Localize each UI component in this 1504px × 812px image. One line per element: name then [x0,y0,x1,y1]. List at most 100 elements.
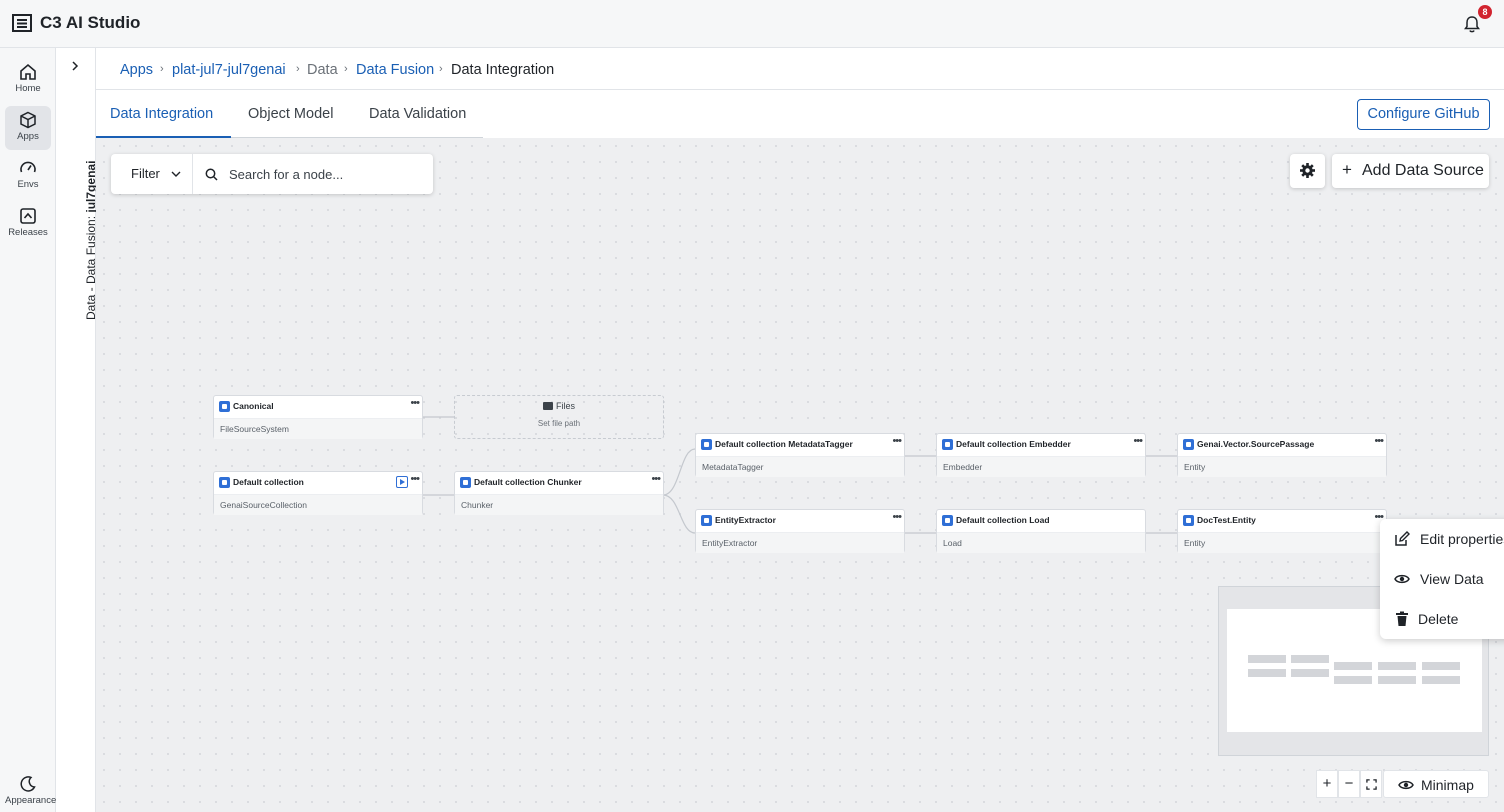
eye-icon [1394,574,1410,584]
node-title: Default collection MetadataTagger [715,439,853,449]
node-entity-extractor[interactable]: EntityExtractor ••• EntityExtractor [695,509,905,553]
more-options-icon[interactable]: ••• [410,473,420,485]
rail-item-envs[interactable]: Envs [5,154,51,198]
minimap-toggle-label: Minimap [1421,777,1474,793]
app-title: C3 AI Studio [40,13,141,32]
node-subtitle: Set file path [537,419,581,428]
rail-item-appearance[interactable]: Appearance [5,770,57,812]
rail-item-label: Appearance [5,795,57,806]
tab-object-model[interactable]: Object Model [248,106,333,122]
node-files[interactable]: Files Set file path [454,395,664,439]
node-embedder[interactable]: Default collection Embedder ••• Embedder [936,433,1146,477]
minimap-node [1378,662,1416,670]
chevron-right-icon[interactable] [69,60,81,72]
menu-view-data[interactable]: View Data [1380,559,1504,599]
plus-icon: + [1342,160,1352,179]
node-type-icon [701,439,712,450]
zoom-controls: + − [1316,770,1384,798]
breadcrumb-separator: › [344,63,348,75]
fit-view-button[interactable] [1360,770,1382,798]
edge-chunker-metadata [662,448,696,496]
menu-delete[interactable]: Delete [1380,599,1504,639]
minimap-node [1291,655,1329,663]
notification-badge: 8 [1478,5,1492,19]
breadcrumb-separator: › [160,63,164,75]
more-options-icon[interactable]: ••• [410,397,420,409]
more-options-icon[interactable]: ••• [892,435,902,447]
node-source-passage[interactable]: Genai.Vector.SourcePassage ••• Entity [1177,433,1387,477]
node-subtitle: Entity [1184,538,1206,548]
chevron-down-icon [171,171,181,177]
bell-icon[interactable] [1462,14,1482,34]
rail-item-apps[interactable]: Apps [5,106,51,150]
configure-github-button[interactable]: Configure GitHub [1357,99,1490,130]
rail-item-releases[interactable]: Releases [5,202,51,246]
node-subtitle: MetadataTagger [702,462,764,472]
folder-icon [542,402,553,410]
menu-edit-properties[interactable]: Edit properties [1380,519,1504,559]
filter-label: Filter [131,166,160,181]
search-input[interactable] [229,162,424,186]
tab-data-integration[interactable]: Data Integration [110,106,213,122]
gear-icon [1300,163,1315,178]
settings-button[interactable] [1290,154,1325,188]
more-options-icon[interactable]: ••• [892,511,902,523]
breadcrumb-apps[interactable]: Apps [120,62,153,78]
zoom-out-button[interactable]: − [1338,770,1360,798]
minimap-node [1248,669,1286,677]
node-canonical[interactable]: Canonical ••• FileSourceSystem [213,395,423,439]
minimap-toggle-button[interactable]: Minimap [1383,770,1489,798]
play-icon[interactable] [396,476,408,488]
node-subtitle: Entity [1184,462,1206,472]
more-options-icon[interactable]: ••• [651,473,661,485]
node-type-icon [1183,515,1194,526]
add-data-source-label: Add Data Source [1362,162,1484,179]
minimap-node [1291,669,1329,677]
node-title: Files [555,401,575,411]
trash-icon [1396,611,1408,626]
rail-item-label: Releases [8,227,48,238]
flow-canvas[interactable]: Filter + Add Data Source Canonical ••• Fi… [96,138,1504,812]
breadcrumb-separator: › [296,63,300,75]
cube-icon [20,111,36,129]
breadcrumb-current: Data Integration [451,62,555,78]
node-title: Default collection [233,477,304,487]
node-load[interactable]: Default collection Load Load [936,509,1146,553]
node-type-icon [1183,439,1194,450]
menu-item-label: Edit properties [1420,531,1504,547]
node-subtitle: Chunker [461,500,494,510]
node-subtitle: FileSourceSystem [220,424,289,434]
minimap-node [1422,662,1460,670]
node-title: Default collection Chunker [474,477,582,487]
rail-item-home[interactable]: Home [5,58,51,102]
node-type-icon [942,515,953,526]
node-subtitle: GenaiSourceCollection [220,500,307,510]
node-type-icon [942,439,953,450]
node-doctest-entity[interactable]: DocTest.Entity ••• Entity [1177,509,1387,553]
search-icon [205,168,218,181]
more-options-icon[interactable]: ••• [1133,435,1143,447]
menu-item-label: View Data [1420,571,1484,587]
node-subtitle: Embedder [943,462,983,472]
sub-rail: Data - Data Fusion: jul7genai [56,48,98,812]
fullscreen-icon [1365,779,1377,790]
edit-icon [1395,531,1410,546]
moon-icon [20,776,36,792]
breadcrumb-data-fusion[interactable]: Data Fusion [356,62,434,78]
top-bar: C3 AI Studio 8 [0,0,1504,48]
zoom-in-button[interactable]: + [1316,770,1338,798]
tab-data-validation[interactable]: Data Validation [369,106,466,122]
add-data-source-button[interactable]: + Add Data Source [1332,154,1489,188]
node-subtitle: Load [943,538,962,548]
tab-bar: Data Integration Object Model Data Valid… [96,90,1504,138]
release-icon [20,208,36,224]
node-metadata-tagger[interactable]: Default collection MetadataTagger ••• Met… [695,433,905,477]
filter-dropdown[interactable]: Filter [111,154,193,194]
gauge-icon [20,161,36,173]
node-default-collection[interactable]: Default collection ••• GenaiSourceCollect… [213,471,423,515]
breadcrumb-app[interactable]: plat-jul7-jul7genai [172,62,286,78]
node-context-menu: Edit properties View Data Delete [1380,519,1504,639]
more-options-icon[interactable]: ••• [1374,435,1384,447]
node-chunker[interactable]: Default collection Chunker ••• Chunker [454,471,664,515]
minimap-node [1378,676,1416,684]
